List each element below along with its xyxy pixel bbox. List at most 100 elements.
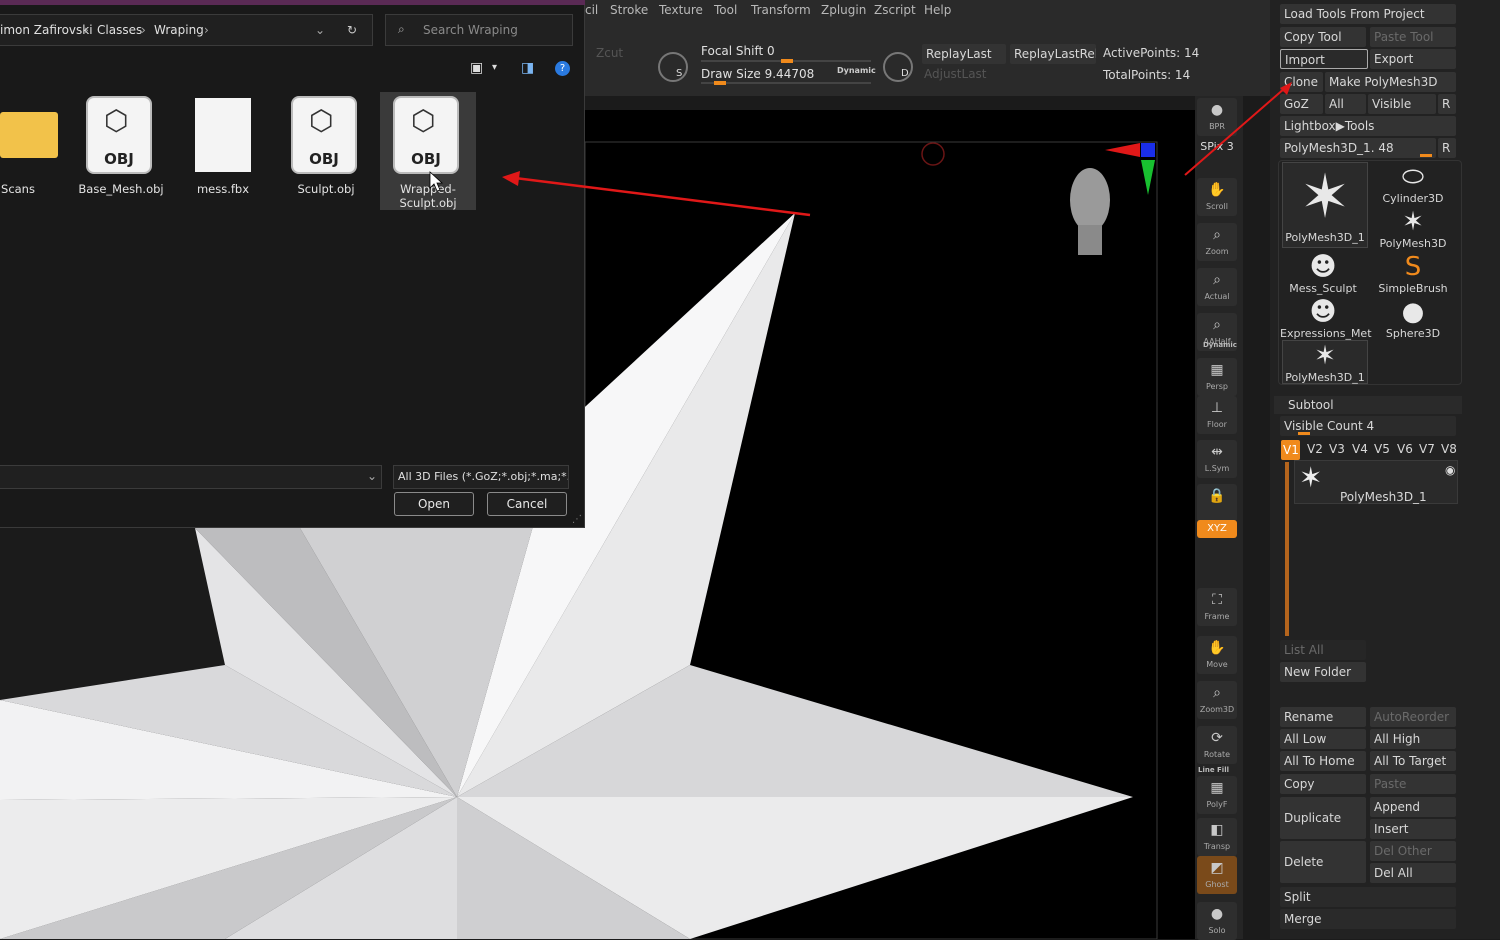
subtool-scrollbar[interactable] [1285,462,1289,636]
breadcrumb-classes[interactable]: Classes [97,23,142,37]
menu-item-transform[interactable]: Transform [751,3,811,17]
cancel-button[interactable]: Cancel [487,492,567,516]
auto-reorder-button[interactable]: AutoReorder [1370,707,1456,727]
menu-item-zplugin[interactable]: Zplugin [821,3,866,17]
lightbox-tools-button[interactable]: Lightbox▶Tools [1280,116,1456,136]
open-button[interactable]: Open [394,492,474,516]
focal-shift-slider[interactable]: Focal Shift 0 [701,44,775,58]
version-v8[interactable]: V8 [1441,442,1457,456]
current-tool-r-button[interactable]: R [1438,138,1456,158]
adjust-last-slider[interactable]: AdjustLast [924,67,987,81]
tool-thumb-expressions-met[interactable]: ☻ Expressions_Met [1280,297,1372,341]
goz-r-button[interactable]: R [1438,94,1456,114]
breadcrumb-wraping[interactable]: Wraping [154,23,204,37]
tool-thumb-mess-sculpt[interactable]: ☻ Mess_Sculpt [1280,252,1366,296]
del-other-button[interactable]: Del Other [1370,841,1456,861]
version-v6[interactable]: V6 [1397,442,1413,456]
export-button[interactable]: Export [1370,49,1456,69]
version-v3[interactable]: V3 [1329,442,1345,456]
make-polymesh-button[interactable]: Make PolyMesh3D [1325,72,1456,92]
all-high-button[interactable]: All High [1370,729,1456,749]
menu-item-zscript[interactable]: Zscript [874,3,916,17]
shelf-button-l-sym[interactable]: ⇹ L.Sym [1197,440,1237,478]
list-all-button[interactable]: List All [1280,640,1366,660]
menu-item-help[interactable]: Help [924,3,951,17]
shelf-button-ghost[interactable]: ◩ Ghost [1197,856,1237,894]
shelf-button-zoom3d[interactable]: ⌕ Zoom3D [1197,681,1237,719]
shelf-button-spix-3[interactable]: SPix 3 [1197,140,1237,158]
current-tool-slider[interactable]: PolyMesh3D_1. 48 [1280,138,1436,158]
tool-thumb-simplebrush[interactable]: S SimpleBrush [1370,252,1456,296]
chevron-down-icon[interactable]: ⌄ [315,23,325,37]
new-folder-button[interactable]: New Folder [1280,662,1366,682]
copy-button[interactable]: Copy [1280,774,1366,794]
rename-button[interactable]: Rename [1280,707,1366,727]
version-v1[interactable]: V1 [1281,440,1300,460]
version-v2[interactable]: V2 [1307,442,1323,456]
copy-tool-button[interactable]: Copy Tool [1280,27,1366,47]
shelf-button-xyz[interactable]: XYZ [1197,520,1237,538]
zcut-label[interactable]: Zcut [596,46,623,60]
file-item-base-mesh[interactable]: ⬡ OBJ Base_Mesh.obj [73,92,169,210]
merge-button[interactable]: Merge [1280,909,1456,929]
search-input[interactable]: ⌕ Search Wraping [385,14,573,46]
shelf-button-persp[interactable]: ▦ Persp [1197,358,1237,396]
tool-thumb-polymesh3d-1[interactable]: ✶ PolyMesh3D_1 [1282,162,1368,248]
split-button[interactable]: Split [1280,887,1456,907]
draw-size-slider[interactable]: Draw Size 9.44708 [701,67,814,81]
del-all-button[interactable]: Del All [1370,863,1456,883]
shelf-button-floor[interactable]: ⊥ Floor [1197,396,1237,434]
replay-last-button[interactable]: ReplayLast [922,44,1006,64]
draw-size-track[interactable] [701,81,871,85]
shelf-button-bpr[interactable]: ● BPR [1197,98,1237,136]
shelf-button-solo[interactable]: ● Solo [1197,902,1237,940]
resize-grip-icon[interactable]: ⋰ [572,514,582,525]
shelf-button-move[interactable]: ✋ Move [1197,636,1237,674]
eye-icon[interactable]: ◉ [1445,463,1455,477]
file-name-field[interactable]: ⌄ [0,465,382,489]
help-icon[interactable]: ? [555,61,570,76]
dynamic-toggle[interactable]: Dynamic [837,66,876,75]
paste-button[interactable]: Paste [1370,774,1456,794]
all-low-button[interactable]: All Low [1280,729,1366,749]
tool-thumb-sphere3d[interactable]: ● Sphere3D [1370,297,1456,341]
import-button[interactable]: Import [1280,49,1368,69]
dynamic-dial-icon[interactable]: D [883,52,913,82]
load-tools-button[interactable]: Load Tools From Project [1280,4,1456,24]
view-mode-icon[interactable]: ▣ [470,60,483,76]
subtool-header[interactable]: Subtool [1274,396,1462,414]
file-item-mess-fbx[interactable]: mess.fbx [175,92,271,210]
all-to-target-button[interactable]: All To Target [1370,751,1456,771]
shelf-button-scroll[interactable]: ✋ Scroll [1197,178,1237,216]
shelf-button-frame[interactable]: ⛶ Frame [1197,588,1237,626]
version-v7[interactable]: V7 [1419,442,1435,456]
menu-item-cil[interactable]: cil [585,3,598,17]
append-button[interactable]: Append [1370,797,1456,817]
goz-all-button[interactable]: All [1325,94,1366,114]
chevron-down-icon[interactable]: ⌄ [367,469,377,483]
subtool-list-item[interactable]: ✶ ◉ PolyMesh3D_1 [1294,460,1458,504]
version-v5[interactable]: V5 [1374,442,1390,456]
menu-item-tool[interactable]: Tool [714,3,737,17]
delete-button[interactable]: Delete [1280,841,1366,883]
goz-visible-button[interactable]: Visible [1368,94,1436,114]
shelf-button-transp[interactable]: ◧ Transp [1197,818,1237,856]
refresh-icon[interactable]: ↻ [347,23,357,37]
paste-tool-button[interactable]: Paste Tool [1370,27,1456,47]
goz-button[interactable]: GoZ [1280,94,1323,114]
focal-shift-dial-icon[interactable]: S [658,52,688,82]
file-item-wrapped-sculpt[interactable]: ⬡ OBJ Wrapped-Sculpt.obj [380,92,476,210]
focal-shift-track[interactable] [701,59,871,63]
file-item-scans[interactable]: Scans [0,92,66,210]
shelf-button-rotate[interactable]: ⟳ Rotate [1197,726,1237,764]
breadcrumb-user[interactable]: imon Zafirovski [0,23,93,37]
clone-button[interactable]: Clone [1280,72,1323,92]
file-type-select[interactable]: All 3D Files (*.GoZ;*.obj;*.ma;*.m [393,465,569,489]
shelf-button-actual[interactable]: ⌕ Actual [1197,268,1237,306]
tool-thumb-polymesh3d-1-b[interactable]: ✶ PolyMesh3D_1 [1282,340,1368,384]
preview-pane-icon[interactable]: ◨ [521,60,534,76]
version-v4[interactable]: V4 [1352,442,1368,456]
shelf-button-polyf[interactable]: ▦ PolyF [1197,776,1237,814]
view-mode-dropdown-icon[interactable]: ▾ [492,62,497,73]
address-bar[interactable]: imon Zafirovski › Classes › Wraping › ⌄ … [0,14,373,46]
